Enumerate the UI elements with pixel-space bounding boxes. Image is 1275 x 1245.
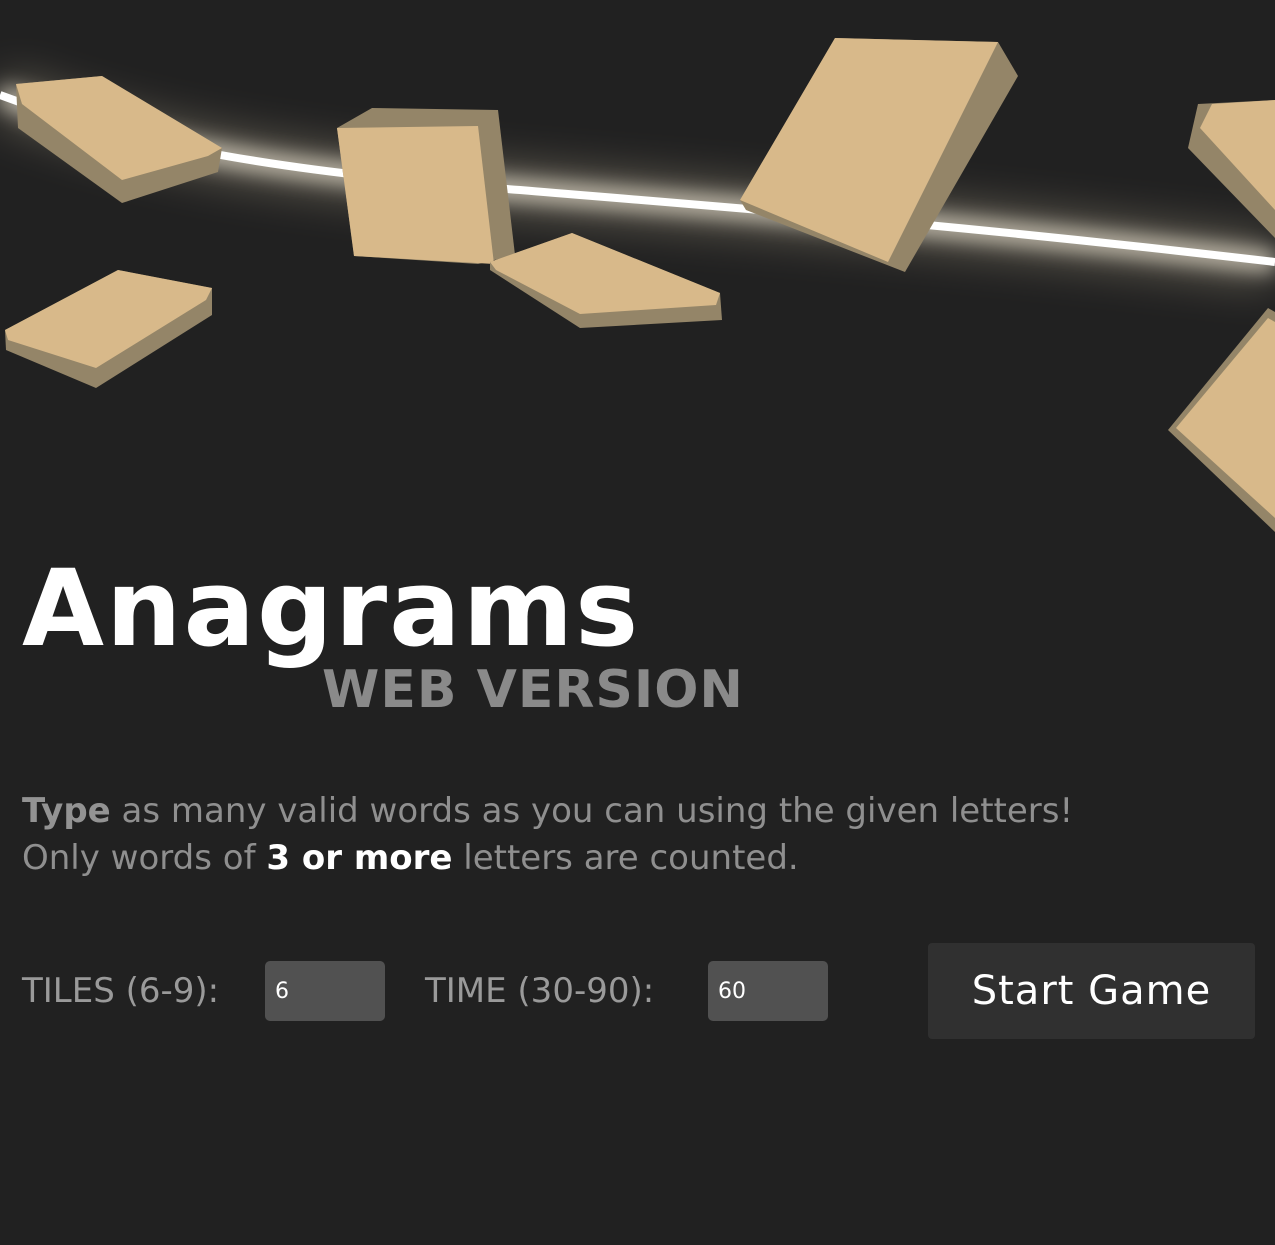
game-subtitle: WEB VERSION: [322, 660, 744, 720]
letter-tile-icon: [5, 270, 212, 388]
game-start-screen: Anagrams WEB VERSION Type as many valid …: [0, 0, 1275, 1245]
letter-tile-icon: [1188, 100, 1275, 238]
time-input[interactable]: [708, 961, 828, 1021]
letter-tile-icon: [337, 108, 515, 264]
tiles-label: TILES (6-9):: [22, 971, 220, 1011]
time-label: TIME (30-90):: [425, 971, 655, 1011]
instructions-emphasis-min-length: 3 or more: [266, 838, 453, 878]
instructions-line-2-prefix: Only words of: [22, 838, 267, 878]
hero-illustration: [0, 38, 1275, 532]
instructions-line-1: Type as many valid words as you can usin…: [22, 788, 1252, 835]
game-title: Anagrams: [22, 547, 641, 670]
letter-tile-icon: [16, 76, 222, 203]
letter-tile-icon: [1168, 308, 1275, 532]
instructions: Type as many valid words as you can usin…: [22, 788, 1252, 882]
instructions-line-2-suffix: letters are counted.: [452, 838, 799, 878]
instructions-line-1-text: as many valid words as you can using the…: [110, 791, 1074, 831]
letter-tile-icon: [490, 233, 722, 328]
instructions-emphasis-type: Type: [22, 791, 111, 831]
start-game-button[interactable]: Start Game: [928, 943, 1255, 1039]
instructions-line-2: Only words of 3 or more letters are coun…: [22, 835, 1252, 882]
tiles-input[interactable]: [265, 961, 385, 1021]
